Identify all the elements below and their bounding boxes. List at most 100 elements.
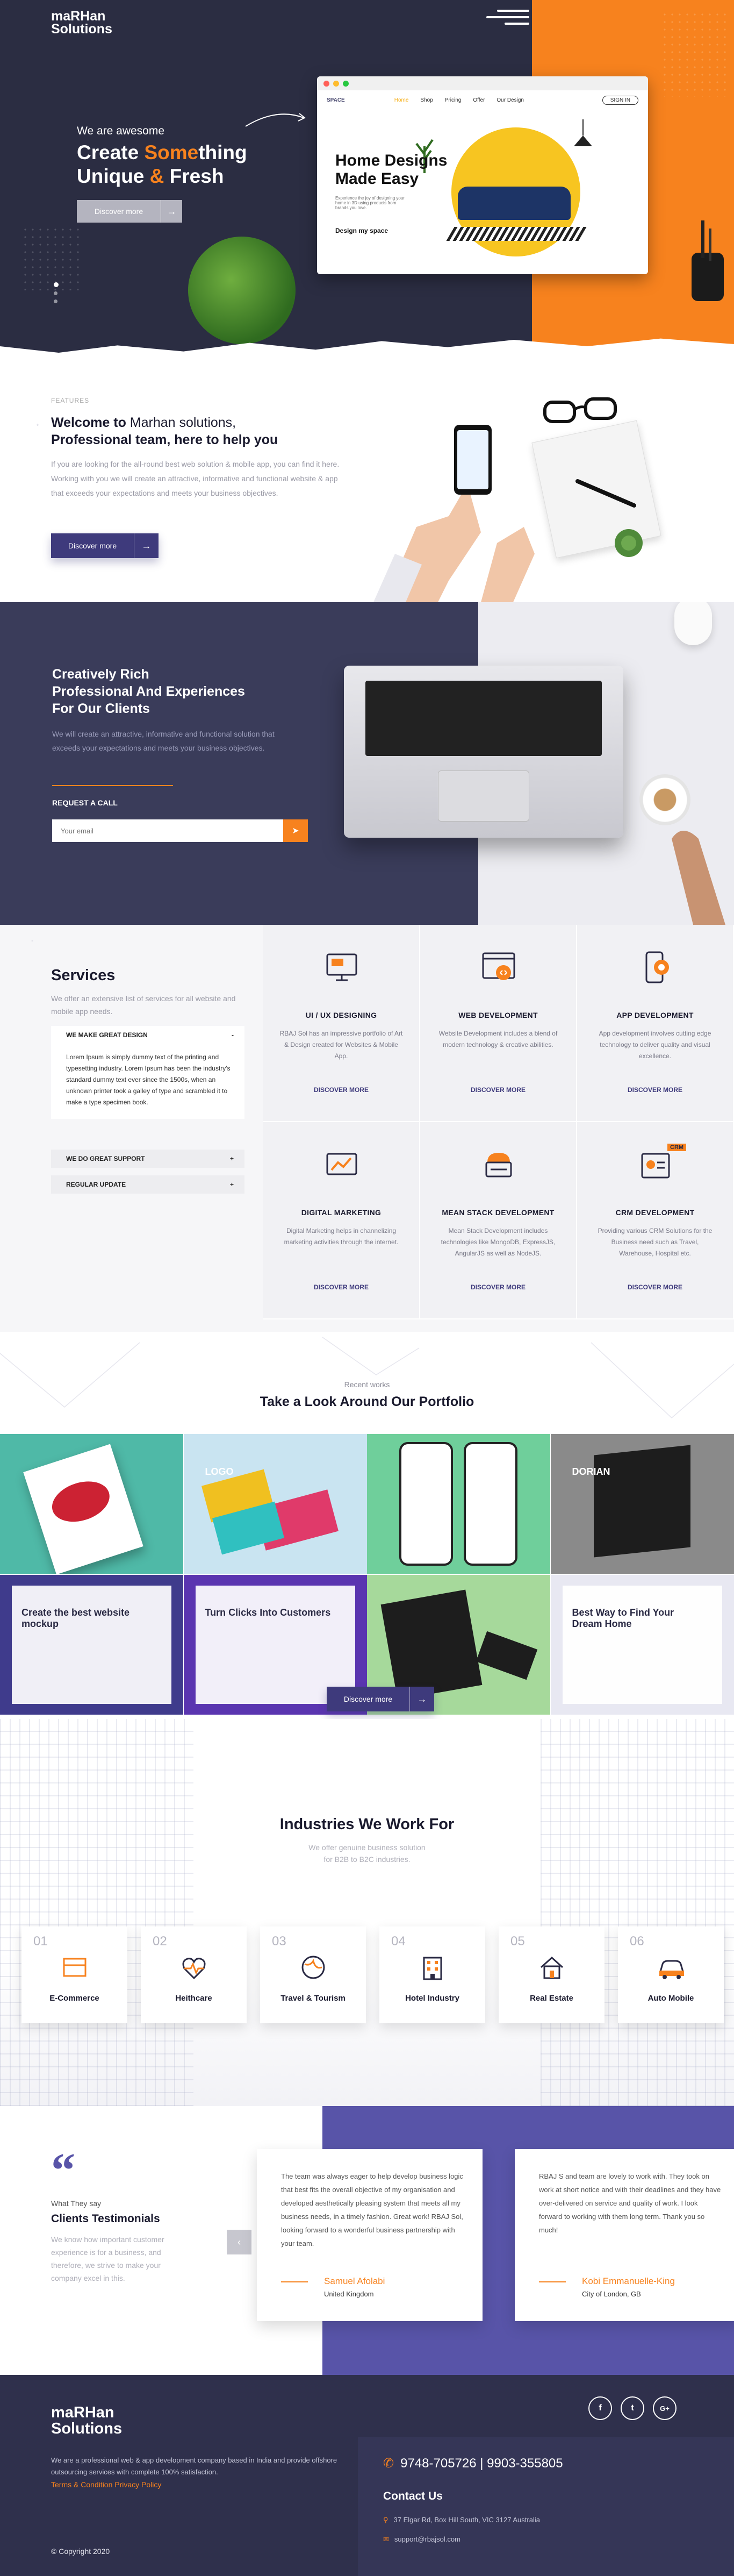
globe-icon: [301, 1956, 325, 1979]
hotel-icon: [423, 1957, 442, 1980]
portfolio-tile[interactable]: LOGO: [183, 1434, 367, 1574]
portfolio-tile[interactable]: [0, 1434, 183, 1574]
request-call-label: REQUEST A CALL: [52, 798, 118, 807]
discover-more-link[interactable]: DISCOVER MORE: [577, 1086, 733, 1094]
mobile-app-icon: [645, 951, 669, 983]
business-cards-icon: [184, 1434, 367, 1574]
crm-badge: CRM: [667, 1144, 687, 1151]
dots-pattern: [21, 226, 81, 290]
email-link[interactable]: ✉ support@rbajsol.com: [383, 2535, 460, 2544]
call-text: We will create an attractive, informativ…: [52, 730, 275, 752]
expand-icon[interactable]: +: [230, 1155, 234, 1162]
service-card: DIGITAL MARKETING Digital Marketing helps…: [263, 1122, 420, 1319]
portfolio-discover-button[interactable]: Discover more →: [327, 1687, 434, 1711]
arrow-right-icon: →: [134, 533, 159, 558]
service-card: WEB DEVELOPMENT Website Development inclu…: [420, 925, 577, 1122]
accordion-item[interactable]: REGULAR UPDATE +: [51, 1175, 244, 1194]
portfolio-tile[interactable]: Create the best website mockup: [0, 1575, 183, 1715]
book-mockup-icon: [0, 1434, 183, 1574]
website-mockup-icon: [551, 1575, 734, 1715]
server-icon: [485, 1153, 512, 1178]
discover-more-link[interactable]: DISCOVER MORE: [263, 1086, 419, 1094]
service-title: DIGITAL MARKETING: [301, 1208, 382, 1217]
accordion-item[interactable]: WE MAKE GREAT DESIGN - Lorem Ipsum is sim…: [51, 1026, 244, 1119]
building-background: [541, 1719, 734, 2106]
industry-card[interactable]: 06 Auto Mobile: [618, 1926, 724, 2023]
bush-decoration: [188, 237, 296, 344]
accordion-item[interactable]: WE DO GREAT SUPPORT +: [51, 1150, 244, 1168]
industry-name: Heithcare: [175, 1994, 212, 2003]
tile-caption: Best Way to Find Your Dream Home: [572, 1607, 674, 1629]
service-card: CRM CRM DEVELOPMENT Providing various CRM …: [577, 1122, 734, 1319]
quote-icon: “: [51, 2144, 75, 2197]
pen-holder-icon: [692, 220, 724, 301]
arrow-right-icon: →: [409, 1687, 434, 1711]
industry-card[interactable]: 04 Hotel Industry: [379, 1926, 485, 2023]
lamp-icon: [574, 119, 592, 146]
arrow-right-icon: →: [161, 200, 182, 223]
hero-discover-button[interactable]: Discover more →: [77, 200, 182, 223]
mock-headline: Home Designs Made Easy: [335, 152, 448, 188]
industries-title: Industries We Work For: [279, 1816, 455, 1833]
discover-more-link[interactable]: DISCOVER MORE: [263, 1283, 419, 1291]
service-card: UI / UX DESIGNING RBAJ Sol has an impress…: [263, 925, 420, 1122]
tile-caption: DORIAN: [572, 1466, 610, 1477]
google-plus-icon[interactable]: G+: [653, 2396, 677, 2420]
twitter-icon[interactable]: t: [621, 2396, 644, 2420]
succulent-icon: [615, 529, 643, 557]
industry-name: Auto Mobile: [647, 1994, 694, 2003]
service-card: APP DEVELOPMENT App development involves …: [577, 925, 734, 1122]
hero-section: maRHan Solutions We are awesome Create S…: [0, 0, 734, 371]
phone-icon: ✆: [383, 2456, 394, 2471]
house-icon: [540, 1956, 564, 1979]
industry-name: E-Commerce: [49, 1994, 99, 2003]
mock-nav-item: Our Design: [496, 97, 524, 103]
industry-card[interactable]: 02 Heithcare: [141, 1926, 247, 2023]
logo[interactable]: maRHan Solutions: [51, 10, 112, 36]
mock-nav-item: Pricing: [444, 97, 462, 103]
testimonial-location: United Kingdom: [324, 2290, 374, 2298]
testimonials-subtitle: We know how important customer experienc…: [51, 2235, 164, 2282]
industry-card[interactable]: 05 Real Estate: [499, 1926, 605, 2023]
industry-number: 03: [272, 1934, 286, 1949]
hand-phone-illustration: [373, 425, 535, 602]
discover-more-link[interactable]: DISCOVER MORE: [420, 1283, 576, 1291]
slider-dots[interactable]: [54, 282, 59, 303]
industry-name: Hotel Industry: [405, 1994, 459, 2003]
service-text: App development involves cutting edge te…: [599, 1030, 711, 1060]
portfolio-label: Recent works: [344, 1380, 390, 1389]
portfolio-tile[interactable]: [367, 1434, 550, 1574]
industry-card[interactable]: 03 Travel & Tourism: [260, 1926, 366, 2023]
footer-logo[interactable]: maRHan Solutions: [51, 2404, 122, 2437]
industry-name: Travel & Tourism: [280, 1994, 346, 2003]
building-background: [0, 1719, 193, 2106]
menu-icon[interactable]: [486, 9, 529, 27]
send-button[interactable]: ➤: [283, 819, 308, 842]
industry-card[interactable]: 01 E-Commerce: [21, 1926, 127, 2023]
accordion-body: Lorem Ipsum is simply dummy text of the …: [51, 1044, 244, 1119]
features-discover-button[interactable]: Discover more →: [51, 533, 159, 558]
industries-subtitle: We offer genuine business solution for B2…: [308, 1843, 426, 1864]
email-field[interactable]: [52, 819, 283, 842]
collapse-icon[interactable]: -: [232, 1031, 234, 1039]
discover-more-link[interactable]: DISCOVER MORE: [420, 1086, 576, 1094]
portfolio-tile[interactable]: Best Way to Find Your Dream Home: [550, 1575, 734, 1715]
testimonial-author: Kobi Emmanuelle-King: [582, 2276, 675, 2286]
rug-illustration: [446, 227, 589, 241]
browser-code-icon: [482, 952, 515, 980]
portfolio-tile[interactable]: DORIAN: [550, 1434, 734, 1574]
service-text: Website Development includes a blend of …: [438, 1030, 558, 1048]
monitor-icon: [326, 953, 357, 981]
expand-icon[interactable]: +: [230, 1181, 234, 1188]
services-subtitle: We offer an extensive list of services f…: [51, 994, 236, 1016]
portfolio-title: Take a Look Around Our Portfolio: [260, 1394, 474, 1409]
previous-arrow-button[interactable]: ‹: [227, 2230, 251, 2254]
testimonials-title: Clients Testimonials: [51, 2213, 160, 2225]
facebook-icon[interactable]: f: [588, 2396, 612, 2420]
footer-links[interactable]: Terms & Condition Privacy Policy: [51, 2480, 161, 2489]
laptop-illustration: [344, 666, 623, 838]
phone-number[interactable]: ✆ 9748-705726 | 9903-355805: [383, 2456, 570, 2471]
discover-more-link[interactable]: DISCOVER MORE: [577, 1283, 733, 1291]
car-icon: [659, 1960, 684, 1979]
crm-icon: [641, 1153, 670, 1179]
